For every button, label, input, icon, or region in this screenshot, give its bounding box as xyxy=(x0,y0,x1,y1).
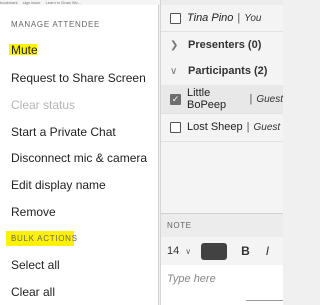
bulk-actions-header: BULK ACTIONS xyxy=(11,234,78,243)
note-toolbar: 14 ∨ B I xyxy=(161,237,283,265)
attendee-name: Lost Sheep xyxy=(187,121,243,133)
menu-item-clear-all[interactable]: Clear all xyxy=(11,285,55,299)
presenters-group[interactable]: ❯ Presenters (0) xyxy=(161,32,283,58)
menu-item-mute[interactable]: Mute xyxy=(11,43,38,57)
note-header: NOTE xyxy=(161,213,283,237)
attendee-name: Tina Pino xyxy=(187,12,234,24)
bold-button[interactable]: B xyxy=(241,244,250,258)
separator: | xyxy=(246,121,250,133)
menu-item-clear-status: Clear status xyxy=(11,98,76,112)
participants-label: Participants (2) xyxy=(188,65,268,77)
menu-item-remove[interactable]: Remove xyxy=(11,205,56,219)
menu-item-edit-display-name[interactable]: Edit display name xyxy=(11,178,106,192)
font-size-select[interactable]: 14 xyxy=(167,245,179,257)
menu-item-select-all[interactable]: Select all xyxy=(11,258,60,272)
chevron-right-icon: ❯ xyxy=(170,39,179,51)
menu-item-private-chat[interactable]: Start a Private Chat xyxy=(11,125,116,139)
chevron-down-icon: ∨ xyxy=(170,65,178,77)
attendee-row[interactable]: ✓ Little BoPeep | Guest xyxy=(161,85,283,114)
attendee-checkbox-checked[interactable]: ✓ xyxy=(170,93,181,105)
attendee-name: Little BoPeep xyxy=(187,87,227,111)
manage-attendee-header: MANAGE ATTENDEE xyxy=(11,20,101,29)
separator: | xyxy=(237,12,241,24)
italic-button[interactable]: I xyxy=(266,244,269,258)
menu-item-request-share-screen[interactable]: Request to Share Screen xyxy=(11,71,146,85)
note-text-area[interactable]: Type here xyxy=(161,265,283,305)
attendee-checkbox[interactable] xyxy=(170,12,181,24)
presenters-label: Presenters (0) xyxy=(188,39,262,51)
attendee-role: You xyxy=(244,12,262,24)
chevron-down-icon[interactable]: ∨ xyxy=(185,247,191,256)
manage-attendee-menu: MANAGE ATTENDEE Mute Request to Share Sc… xyxy=(0,5,159,305)
attendee-role: Guest xyxy=(256,93,283,105)
attendee-list: Tina Pino | You ❯ Presenters (0) ∨ Parti… xyxy=(161,5,283,213)
text-color-swatch[interactable] xyxy=(201,242,228,260)
participants-group[interactable]: ∨ Participants (2) xyxy=(161,58,283,84)
menu-item-disconnect-mic-camera[interactable]: Disconnect mic & camera xyxy=(11,151,147,165)
attendee-row[interactable]: Lost Sheep | Guest xyxy=(161,113,283,142)
attendee-role: Guest xyxy=(253,121,281,133)
attendee-checkbox[interactable] xyxy=(170,121,181,133)
attendee-row-current-user[interactable]: Tina Pino | You xyxy=(161,5,283,32)
divider xyxy=(246,300,283,301)
attendees-pod: Tina Pino | You ❯ Presenters (0) ∨ Parti… xyxy=(160,0,283,305)
separator: | xyxy=(249,93,253,105)
